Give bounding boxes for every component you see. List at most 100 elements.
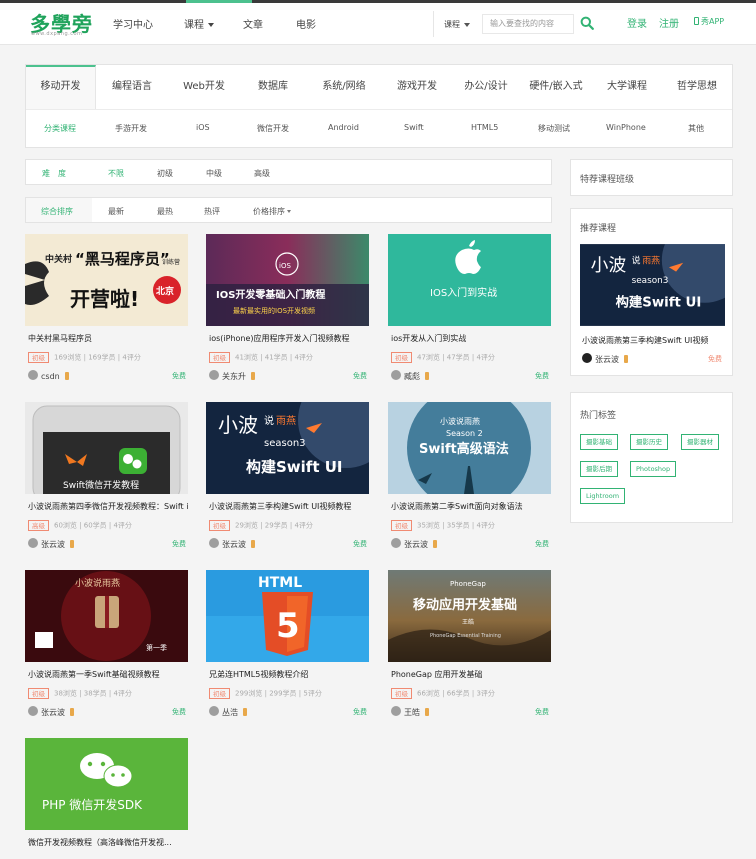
subcategory-html5[interactable]: HTML5 [471,123,498,132]
course-title[interactable]: 小波说雨燕第四季微信开发视频教程：Swift iP... [28,501,188,512]
chevron-down-icon [287,210,291,213]
thumb-brand-text: 雨燕 [642,255,660,267]
search-icon[interactable] [580,16,594,30]
course-title[interactable]: 中关村黑马程序员 [28,333,188,344]
category-tab-mobile[interactable]: 移动开发 [26,65,96,109]
avatar [209,706,219,716]
category-tab-university[interactable]: 大学课程 [592,65,662,109]
divider [26,109,732,110]
course-author[interactable]: 张云波 [209,538,255,550]
subcategory-android[interactable]: Android [328,123,359,132]
course-title[interactable]: 小波说雨燕第三季构建Swift UI视频教程 [209,501,369,512]
tag-photo-history[interactable]: 摄影历史 [630,434,668,450]
thumb-main-text: 构建Swift UI [246,458,342,476]
tag-lightroom[interactable]: Lightroom [580,488,626,504]
course-author[interactable]: csdn [28,370,69,381]
student-count: 169学员 [88,353,116,362]
recommended-author[interactable]: 张云波 [582,353,628,365]
hot-tags-box: 热门标签 摄影基础 摄影历史 摄影器材 摄影后期 Photoshop Light… [570,392,733,523]
search-input[interactable]: 输入要查找的内容 [482,14,574,34]
course-thumbnail[interactable]: 小波说雨燕 第一季 [25,570,188,662]
course-thumbnail[interactable]: PHP 微信开发SDK [25,738,188,830]
course-card[interactable]: PHP 微信开发SDK 微信开发视频教程（高洛峰微信开发视... [25,738,188,859]
subcategory-mobile-test[interactable]: 移动测试 [538,123,570,134]
course-title[interactable]: ios(iPhone)应用程序开发入门视频教程 [209,333,369,344]
course-title[interactable]: 小波说雨燕第二季Swift面向对象语法 [391,501,551,512]
category-tab-database[interactable]: 数据库 [240,65,306,109]
nav-article[interactable]: 文章 [243,16,263,31]
subcategory-swift[interactable]: Swift [404,123,424,132]
tag-photo-post[interactable]: 摄影后期 [580,461,618,477]
search-type-select[interactable]: 课程 [444,19,470,30]
featured-class-box: 特荐课程班级 [570,159,733,196]
featured-class-title[interactable]: 特荐课程班级 [580,172,634,185]
nav-study-center[interactable]: 学习中心 [113,16,153,31]
course-thumbnail[interactable]: 小波说雨燕 Season 2 Swift高级语法 [388,402,551,494]
course-title[interactable]: 兄弟连HTML5视频教程介绍 [209,669,369,680]
course-thumbnail[interactable]: HTML 5 [206,570,369,662]
thumb-brand-text: 说 [264,414,274,427]
subcategory-all[interactable]: 分类课程 [44,123,76,134]
sort-option-price[interactable]: 价格排序 [253,206,291,217]
recommended-thumbnail[interactable]: 小波 说 雨燕 season3 构建Swift UI [580,244,725,326]
sort-option-hottest[interactable]: 最热 [157,206,173,217]
difficulty-option-any[interactable]: 不限 [108,168,124,179]
subcategory-winphone[interactable]: WinPhone [606,123,646,132]
author-name: 张云波 [404,540,428,549]
app-download-link[interactable]: 秀APP [694,16,724,27]
category-tab-programming[interactable]: 编程语言 [96,65,168,109]
course-author[interactable]: 张云波 [28,538,74,550]
search-area: 课程 输入要查找的内容 [433,11,601,37]
course-author[interactable]: 臧彪 [391,370,429,382]
category-tab-office[interactable]: 办公/设计 [452,65,520,109]
course-author[interactable]: 丛浩 [209,706,247,718]
course-thumbnail[interactable]: 中关村 “黑马程序员” 训练营 开营啦! 北京 [25,234,188,326]
course-title[interactable]: PhoneGap 应用开发基础 [391,669,551,680]
difficulty-option-beginner[interactable]: 初级 [157,168,173,179]
category-tab-hardware[interactable]: 硬件/嵌入式 [520,65,592,109]
course-author[interactable]: 关东升 [209,370,255,382]
sort-option-newest[interactable]: 最新 [108,206,124,217]
subcategory-mobile-game[interactable]: 手游开发 [115,123,147,134]
login-link[interactable]: 登录 [627,15,647,30]
nav-course[interactable]: 课程 [184,16,214,31]
course-thumbnail[interactable]: Swift微信开发教程 [25,402,188,494]
recommended-price: 免费 [708,355,722,363]
course-author[interactable]: 张云波 [391,538,437,550]
subcategory-other[interactable]: 其他 [688,123,704,134]
course-thumbnail[interactable]: IOS入门到实战 [388,234,551,326]
category-tab-web[interactable]: Web开发 [168,65,240,109]
register-link[interactable]: 注册 [659,15,679,30]
category-tab-system[interactable]: 系统/网络 [306,65,382,109]
sort-option-overall[interactable]: 综合排序 [41,206,73,217]
vip-icon [70,540,74,548]
course-thumbnail[interactable]: PhoneGap 移动应用开发基础 王皓 PhoneGap Essential … [388,570,551,662]
thumb-top-text: 小波说雨燕 [440,416,480,426]
nav-movie[interactable]: 电影 [296,16,316,31]
difficulty-option-intermediate[interactable]: 中级 [206,168,222,179]
view-count: 299浏览 [235,689,263,698]
tag-photo-gear[interactable]: 摄影器材 [681,434,719,450]
category-tab-game[interactable]: 游戏开发 [382,65,452,109]
course-author[interactable]: 张云波 [28,706,74,718]
sort-option-reviews[interactable]: 热评 [204,206,220,217]
category-tab-philosophy[interactable]: 哲学思想 [662,65,732,109]
course-thumbnail[interactable]: 小波 说 雨燕 season3 构建Swift UI [206,402,369,494]
course-thumbnail[interactable]: iOS IOS开发零基础入门教程 最新最实用的IOS开发视频 [206,234,369,326]
author-name: 张云波 [41,540,65,549]
recommended-course-title[interactable]: 小波说雨燕第三季构建Swift UI视频 [582,335,730,346]
thumb-badge-text: iOS [279,262,291,270]
author-name: 张云波 [595,355,619,364]
tag-photoshop[interactable]: Photoshop [630,461,677,477]
subcategory-ios[interactable]: iOS [196,123,210,132]
difficulty-option-advanced[interactable]: 高级 [254,168,270,179]
course-title[interactable]: 微信开发视频教程（高洛峰微信开发视... [28,837,188,848]
course-title[interactable]: ios开发从入门到实战 [391,333,551,344]
course-author[interactable]: 王皓 [391,706,429,718]
course-title[interactable]: 小波说雨燕第一季Swift基础视频教程 [28,669,188,680]
level-badge: 初级 [28,352,49,363]
avatar [209,370,219,380]
difficulty-filter-bar: 难 度 不限 初级 中级 高级 [25,159,552,185]
tag-photo-basics[interactable]: 摄影基础 [580,434,618,450]
subcategory-wechat[interactable]: 微信开发 [257,123,289,134]
